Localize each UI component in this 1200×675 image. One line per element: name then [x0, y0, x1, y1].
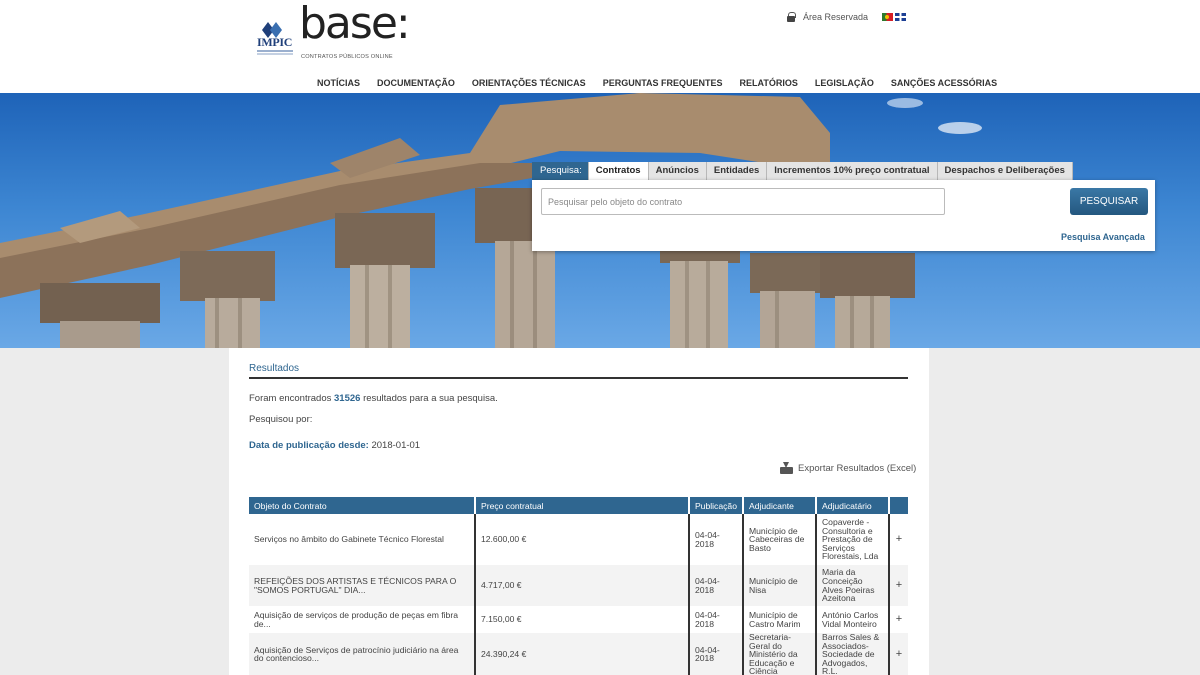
flag-en-icon[interactable]: [895, 13, 907, 21]
table-row[interactable]: Aquisição de Serviços de patrocínio judi…: [249, 633, 908, 675]
results-panel: Resultados Foram encontrados 31526 resul…: [229, 348, 929, 675]
nav-relatorios[interactable]: RELATÓRIOS: [740, 78, 798, 88]
col-adjudicatario[interactable]: Adjudicatário: [815, 497, 890, 514]
cell-preco: 7.150,00 €: [474, 606, 690, 633]
tab-incrementos[interactable]: Incrementos 10% preço contratual: [767, 162, 938, 180]
site-logo[interactable]: IMPIC base: CONTRATOS PÚBLICOS ONLINE: [256, 2, 416, 64]
cell-objeto: REFEIÇÕES DOS ARTISTAS E TÉCNICOS PARA O…: [249, 565, 476, 606]
tab-despachos[interactable]: Despachos e Deliberações: [937, 162, 1073, 180]
site-header: IMPIC base: CONTRATOS PÚBLICOS ONLINE Ár…: [0, 0, 1200, 93]
results-title: Resultados: [249, 363, 300, 374]
cell-preco: 12.600,00 €: [474, 514, 690, 565]
cell-adjudicante: Município de Cabeceiras de Basto: [742, 514, 817, 565]
date-filter-key: Data de publicação desde:: [249, 440, 369, 451]
download-icon: [780, 462, 793, 474]
export-excel-link[interactable]: Exportar Resultados (Excel): [780, 462, 916, 474]
cell-publicacao: 04-04-2018: [688, 565, 744, 606]
lock-icon: [787, 12, 796, 22]
search-tabs: Pesquisa: Contratos Anúncios Entidades I…: [532, 162, 1073, 180]
table-row[interactable]: REFEIÇÕES DOS ARTISTAS E TÉCNICOS PARA O…: [249, 565, 908, 606]
col-preco[interactable]: Preço contratual: [474, 497, 690, 514]
cell-publicacao: 04-04-2018: [688, 514, 744, 565]
tab-contratos[interactable]: Contratos: [588, 162, 649, 180]
table-row[interactable]: Aquisição de serviços de produção de peç…: [249, 606, 908, 633]
expand-row-button[interactable]: +: [888, 565, 908, 606]
expand-row-button[interactable]: +: [888, 606, 908, 633]
found-suffix: resultados para a sua pesquisa.: [363, 393, 498, 404]
advanced-search-link[interactable]: Pesquisa Avançada: [1061, 232, 1145, 242]
flag-pt-icon[interactable]: [882, 13, 894, 21]
impic-underline: [257, 50, 293, 52]
date-filter: Data de publicação desde: 2018-01-01: [249, 440, 420, 451]
results-count-text: Foram encontrados 31526 resultados para …: [249, 393, 498, 404]
cell-adjudicatario: Barros Sales & Associados- Sociedade de …: [815, 633, 890, 675]
search-button[interactable]: PESQUISAR: [1070, 188, 1148, 215]
cell-adjudicatario: António Carlos Vidal Monteiro: [815, 606, 890, 633]
results-divider: [249, 377, 908, 379]
col-publicacao[interactable]: Publicação: [688, 497, 744, 514]
cell-preco: 24.390,24 €: [474, 633, 690, 675]
results-table: Objeto do Contrato Preço contratual Publ…: [249, 497, 908, 675]
main-nav: NOTÍCIAS DOCUMENTAÇÃO ORIENTAÇÕES TÉCNIC…: [317, 78, 1014, 88]
found-count: 31526: [334, 393, 361, 404]
nav-sancoes-acessorias[interactable]: SANÇÕES ACESSÓRIAS: [891, 78, 997, 88]
nav-perguntas-frequentes[interactable]: PERGUNTAS FREQUENTES: [603, 78, 723, 88]
searched-by-label: Pesquisou por:: [249, 414, 313, 425]
base-tagline: CONTRATOS PÚBLICOS ONLINE: [301, 54, 393, 60]
nav-documentacao[interactable]: DOCUMENTAÇÃO: [377, 78, 455, 88]
impic-wordmark: IMPIC: [257, 35, 293, 49]
top-utility-bar: Área Reservada: [787, 11, 908, 23]
cell-adjudicante: Município de Castro Marim: [742, 606, 817, 633]
cell-adjudicatario: Maria da Conceição Alves Poeiras Azeiton…: [815, 565, 890, 606]
col-objeto[interactable]: Objeto do Contrato: [249, 497, 476, 514]
date-filter-value: 2018-01-01: [371, 440, 421, 451]
export-label: Exportar Resultados (Excel): [798, 462, 917, 474]
tab-entidades[interactable]: Entidades: [706, 162, 768, 180]
found-prefix: Foram encontrados: [249, 393, 332, 404]
col-actions: [888, 497, 908, 514]
cell-objeto: Aquisição de Serviços de patrocínio judi…: [249, 633, 476, 675]
nav-legislacao[interactable]: LEGISLAÇÃO: [815, 78, 874, 88]
search-input[interactable]: [541, 188, 945, 215]
tab-anuncios[interactable]: Anúncios: [648, 162, 707, 180]
search-label: Pesquisa:: [532, 162, 589, 180]
col-adjudicante[interactable]: Adjudicante: [742, 497, 817, 514]
cell-publicacao: 04-04-2018: [688, 606, 744, 633]
cell-adjudicatario: Copaverde - Consultoria e Prestação de S…: [815, 514, 890, 565]
cell-adjudicante: Secretaria-Geral do Ministério da Educaç…: [742, 633, 817, 675]
expand-row-button[interactable]: +: [888, 633, 908, 675]
nav-orientacoes-tecnicas[interactable]: ORIENTAÇÕES TÉCNICAS: [472, 78, 586, 88]
base-wordmark: base:: [299, 0, 411, 49]
cell-adjudicante: Município de Nisa: [742, 565, 817, 606]
search-panel: PESQUISAR Pesquisa Avançada: [532, 180, 1155, 251]
cell-publicacao: 04-04-2018: [688, 633, 744, 675]
cell-preco: 4.717,00 €: [474, 565, 690, 606]
table-header-row: Objeto do Contrato Preço contratual Publ…: [249, 497, 908, 514]
expand-row-button[interactable]: +: [888, 514, 908, 565]
table-row[interactable]: Serviços no âmbito do Gabinete Técnico F…: [249, 514, 908, 565]
cell-objeto: Serviços no âmbito do Gabinete Técnico F…: [249, 514, 476, 565]
nav-noticias[interactable]: NOTÍCIAS: [317, 78, 360, 88]
reserved-area-link[interactable]: Área Reservada: [803, 12, 868, 22]
cell-objeto: Aquisição de serviços de produção de peç…: [249, 606, 476, 633]
